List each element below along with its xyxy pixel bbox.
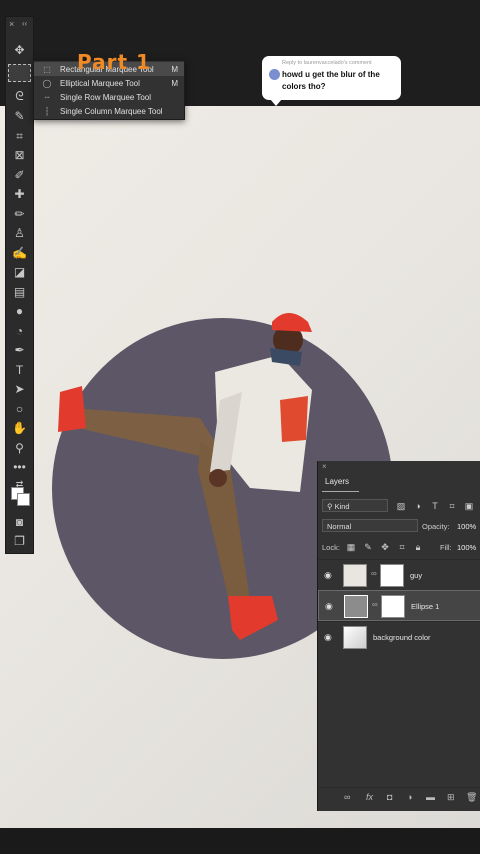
type-tool-icon[interactable]: T	[8, 361, 31, 379]
link-layers-icon[interactable]: ∞	[344, 792, 350, 802]
tab-layers[interactable]: Layers	[322, 473, 359, 492]
dodge-tool-icon[interactable]: ◔	[8, 322, 31, 340]
single-column-icon: ┆	[44, 106, 50, 116]
lock-position-icon[interactable]: ✥	[380, 542, 390, 552]
lock-transparent-icon[interactable]: ▦	[346, 542, 356, 552]
lock-image-icon[interactable]: ✎	[363, 542, 373, 552]
frame-tool-icon[interactable]: ⊠	[8, 146, 31, 164]
avatar	[269, 69, 280, 80]
opacity-value[interactable]: 100%	[457, 522, 476, 531]
crop-tool-icon[interactable]: ⌗	[8, 127, 31, 145]
layer-thumbnail	[343, 564, 367, 587]
menu-item-single-row-marquee[interactable]: ┄ Single Row Marquee Tool	[34, 90, 184, 104]
layer-mask-thumbnail[interactable]	[380, 564, 404, 587]
quick-mask-icon[interactable]: ◙	[8, 513, 31, 531]
link-icon: ∞	[371, 569, 377, 578]
shape-layer-thumbnail	[344, 595, 368, 618]
screen-mode-icon[interactable]: ❐	[8, 532, 31, 550]
opacity-label: Opacity:	[422, 522, 450, 531]
comment-text: howd u get the blur of the colors tho?	[282, 70, 380, 91]
shortcut-label: M	[171, 78, 178, 88]
ellipse-marquee-icon: ◯	[42, 78, 52, 88]
ellipse-tool-icon[interactable]: ○	[8, 400, 31, 418]
move-tool-icon[interactable]: ✥	[8, 41, 31, 59]
eraser-tool-icon[interactable]: ◪	[8, 263, 31, 281]
filter-value: Kind	[334, 502, 350, 511]
zoom-tool-icon[interactable]: ⚲	[8, 439, 31, 457]
pen-tool-icon[interactable]: ✒	[8, 341, 31, 359]
gradient-tool-icon[interactable]: ▤	[8, 283, 31, 301]
history-brush-tool-icon[interactable]: ✍	[8, 244, 31, 262]
link-icon: ∞	[372, 600, 378, 609]
trash-icon[interactable]: 🗑︎	[466, 792, 477, 803]
reply-context: Reply to laurenvaccelado's comment	[282, 60, 372, 66]
layer-thumbnail	[343, 626, 367, 649]
add-mask-icon[interactable]: ◘	[387, 792, 392, 802]
fill-value[interactable]: 100%	[457, 543, 476, 552]
menu-item-label: Single Row Marquee Tool	[60, 92, 152, 102]
eyedropper-tool-icon[interactable]: ✐	[8, 166, 31, 184]
visibility-eye-icon[interactable]: ◉	[324, 570, 332, 581]
lock-all-icon[interactable]: 🔒︎	[413, 542, 423, 552]
new-layer-icon[interactable]: ⊞	[447, 792, 455, 803]
image-filter-icon[interactable]: ▨	[396, 501, 406, 511]
menu-item-label: Single Column Marquee Tool	[60, 106, 163, 116]
shortcut-label: M	[171, 64, 178, 74]
path-selection-tool-icon[interactable]: ➤	[8, 380, 31, 398]
layer-row-background-color[interactable]: ◉ background color	[318, 621, 480, 653]
fx-icon[interactable]: fx	[366, 792, 373, 802]
rectangle-marquee-icon: ⬚	[43, 64, 51, 74]
healing-brush-tool-icon[interactable]: ✚	[8, 185, 31, 203]
layer-row-ellipse-1[interactable]: ◉ ∞ Ellipse 1	[318, 590, 480, 621]
adjustment-filter-icon[interactable]: ◑	[413, 501, 423, 511]
type-filter-icon[interactable]: T	[430, 501, 440, 511]
brush-tool-icon[interactable]: ✏	[8, 205, 31, 223]
quick-selection-tool-icon[interactable]: ✎	[8, 107, 31, 125]
comment-bubble: Reply to laurenvaccelado's comment howd …	[262, 56, 401, 106]
adjustment-layer-icon[interactable]: ◑	[407, 792, 412, 802]
part-overlay-label: Part 1	[77, 50, 151, 74]
guy-figure	[58, 313, 312, 640]
menu-item-single-column-marquee[interactable]: ┆ Single Column Marquee Tool	[34, 104, 184, 118]
tools-panel: × ‹‹ ✥ ᘓ ✎ ⌗ ⊠ ✐ ✚ ✏ ♙ ✍ ◪ ▤ ● ◔ ✒ T ➤ ○…	[5, 16, 34, 554]
vector-mask-thumbnail[interactable]	[381, 595, 405, 618]
search-icon: ⚲	[327, 502, 335, 511]
fill-label: Fill:	[440, 543, 452, 552]
layer-name: background color	[373, 633, 431, 642]
new-group-icon[interactable]: ▬	[426, 792, 435, 802]
layers-panel: × Layers ⚲ Kind ▨ ◑ T ⌗ ▣ Normal Opacity…	[317, 461, 480, 811]
visibility-eye-icon[interactable]: ◉	[324, 632, 332, 643]
shape-filter-icon[interactable]: ⌗	[447, 501, 457, 511]
rectangular-marquee-tool-icon[interactable]	[8, 64, 31, 82]
layers-panel-footer: ∞ fx ◘ ◑ ▬ ⊞ 🗑︎	[318, 787, 480, 808]
blur-tool-icon[interactable]: ●	[8, 302, 31, 320]
smart-object-filter-icon[interactable]: ▣	[464, 501, 474, 511]
lasso-tool-icon[interactable]: ᘓ	[8, 87, 31, 105]
collapse-panel-icon[interactable]: ‹‹	[22, 19, 27, 28]
bottom-bar	[0, 828, 480, 854]
kind-filter-dropdown[interactable]: ⚲ Kind	[322, 499, 388, 512]
layer-name: guy	[410, 571, 423, 580]
blend-mode-dropdown[interactable]: Normal	[322, 519, 418, 532]
clone-stamp-tool-icon[interactable]: ♙	[8, 224, 31, 242]
visibility-eye-icon[interactable]: ◉	[325, 601, 333, 612]
single-row-icon: ┄	[44, 92, 50, 102]
close-icon[interactable]: ×	[322, 462, 327, 471]
close-icon[interactable]: ×	[9, 19, 14, 29]
more-tools-icon[interactable]: •••	[8, 458, 31, 476]
menu-item-elliptical-marquee[interactable]: ◯ Elliptical Marquee Tool M	[34, 76, 184, 90]
blend-mode-value: Normal	[327, 522, 352, 531]
background-color-swatch[interactable]	[17, 493, 30, 506]
hand-tool-icon[interactable]: ✋	[8, 419, 31, 437]
menu-item-label: Elliptical Marquee Tool	[60, 78, 140, 88]
layer-name: Ellipse 1	[411, 602, 440, 611]
lock-label: Lock:	[322, 543, 340, 552]
lock-artboard-icon[interactable]: ⌗	[397, 542, 407, 552]
layer-row-guy[interactable]: ◉ ∞ guy	[318, 559, 480, 591]
